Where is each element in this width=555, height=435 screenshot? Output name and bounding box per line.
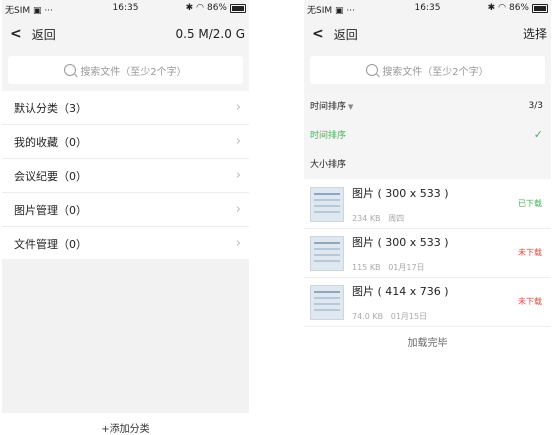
sort-panel: 时间排序 ▼ 3/3 时间排序 ✓ 大小排序 [304,91,551,179]
wifi-icon: ◠ [196,3,204,13]
chevron-right-icon: › [235,202,241,217]
status-bar: 无SIM ▣ ··· 16:35 ✱ ◠ 86% [2,0,249,17]
battery-icon [532,3,548,13]
search-input[interactable]: 搜索文件（至少2个字） [8,56,243,84]
sort-header[interactable]: 时间排序 ▼ 3/3 [304,91,551,120]
nav-bar: < 返回 选择 [304,17,551,51]
status-badge: 未下载 [518,248,542,257]
category-item[interactable]: 图片管理（0） › [2,193,249,227]
category-list: 默认分类（3） › 我的收藏（0） › 会议纪要（0） › 图片管理（0） › 文件管理… [2,91,249,261]
load-complete-label: 加载完毕 [407,338,448,349]
category-item[interactable]: 会议纪要（0） › [2,159,249,193]
search-placeholder: 搜索文件（至少2个字） [382,66,489,78]
select-button[interactable]: 选择 [523,17,547,51]
battery-percent: 86% [508,3,529,13]
file-item[interactable]: 图片 ( 300 x 533 ) 234 KB 周四 已下载 [304,180,551,229]
category-item[interactable]: 文件管理（0） › [2,227,249,261]
file-item[interactable]: 图片 ( 300 x 533 ) 115 KB 01月17日 未下载 [304,229,551,278]
file-item[interactable]: 图片 ( 414 x 736 ) 74.0 KB 01月15日 未下载 [304,278,551,327]
back-button[interactable]: < 返回 [10,17,56,51]
file-count: 3/3 [528,100,543,111]
chevron-right-icon: › [235,236,241,251]
battery-icon [230,3,246,13]
image-thumbnail [310,284,344,320]
status-bar: 无SIM ▣ ··· 16:35 ✱ ◠ 86% [304,0,551,17]
bluetooth-icon: ✱ [185,3,194,13]
image-thumbnail [310,186,344,222]
back-label: 返回 [31,27,56,42]
image-thumbnail [310,235,344,271]
chevron-right-icon: › [235,168,241,183]
chevron-right-icon: › [235,100,241,115]
bluetooth-icon: ✱ [487,3,496,13]
right-screen: 无SIM ▣ ··· 16:35 ✱ ◠ 86% < 返回 选择 搜索文件（至少… [304,0,551,435]
search-input[interactable]: 搜索文件（至少2个字） [310,56,545,84]
battery-percent: 86% [206,3,227,13]
wifi-icon: ◠ [498,3,506,13]
category-item[interactable]: 默认分类（3） › [2,91,249,125]
status-badge: 未下载 [518,297,542,306]
category-item[interactable]: 我的收藏（0） › [2,125,249,159]
back-button[interactable]: < 返回 [312,17,358,51]
left-screen: 无SIM ▣ ··· 16:35 ✱ ◠ 86% < 返回 0.5 M/2.0 … [2,0,249,435]
file-list: 图片 ( 300 x 533 ) 234 KB 周四 已下载 图片 ( 300 … [304,180,551,327]
search-icon [366,64,379,76]
search-icon [64,64,77,76]
search-placeholder: 搜索文件（至少2个字） [80,66,187,78]
back-label: 返回 [333,27,358,42]
chevron-left-icon: < [312,26,324,42]
empty-area [2,259,249,413]
sort-option-size[interactable]: 大小排序 [304,149,551,178]
chevron-right-icon: › [235,134,241,149]
check-icon: ✓ [533,128,543,141]
status-badge: 已下载 [518,199,542,208]
caret-down-icon: ▼ [348,103,354,111]
add-category-button[interactable]: +添加分类 [2,420,249,435]
sort-option-time[interactable]: 时间排序 ✓ [304,120,551,149]
chevron-left-icon: < [10,26,22,42]
nav-bar: < 返回 0.5 M/2.0 G [2,17,249,51]
storage-usage: 0.5 M/2.0 G [175,27,246,41]
